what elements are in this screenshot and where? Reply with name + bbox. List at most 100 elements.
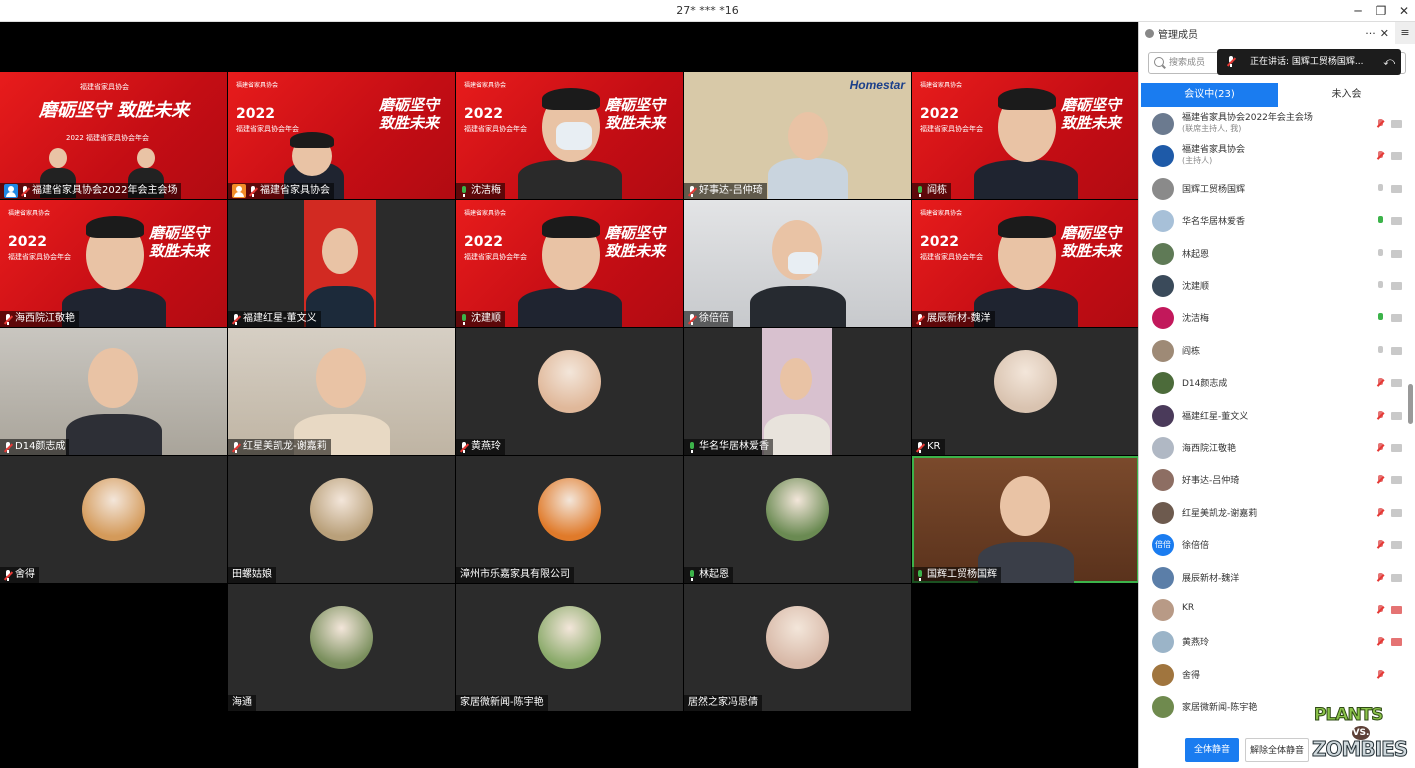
mic-muted-icon[interactable] bbox=[1377, 572, 1384, 583]
mic-muted-icon[interactable] bbox=[1377, 507, 1384, 518]
mic-muted-icon[interactable] bbox=[1377, 151, 1384, 161]
participant-name-tag: 海通 bbox=[228, 695, 256, 711]
tab-in-meeting[interactable]: 会议中(23) bbox=[1141, 83, 1278, 107]
mic-icon[interactable] bbox=[1377, 183, 1384, 194]
video-tile[interactable]: 福建省家具协会 2022 福建省家具协会年会 磨砺坚守 致胜未来 沈洁梅 bbox=[456, 72, 683, 199]
video-tile[interactable]: 福建省家具协会 2022 福建省家具协会年会 磨砺坚守 致胜未来 福建省家具协会 bbox=[228, 72, 455, 199]
person-hair bbox=[998, 216, 1056, 238]
member-row[interactable]: 展辰新材-魏洋 bbox=[1139, 562, 1407, 594]
camera-icon[interactable] bbox=[1391, 120, 1402, 128]
member-row[interactable]: 舍得 bbox=[1139, 659, 1407, 691]
banner-slogan: 磨砺坚守 致胜未来 bbox=[1060, 224, 1121, 260]
mic-muted-icon[interactable] bbox=[1377, 637, 1384, 647]
video-tile[interactable]: 福建省家具协会 2022 福建省家具协会年会 磨砺坚守 致胜未来 展辰新材-魏洋 bbox=[912, 200, 1139, 327]
mic-on-icon bbox=[916, 185, 924, 197]
camera-icon[interactable] bbox=[1391, 282, 1402, 290]
video-tile[interactable]: Homestar 好事达-吕仲琦 bbox=[684, 72, 911, 199]
camera-icon[interactable] bbox=[1391, 379, 1402, 388]
banner-subtitle: 福建省家具协会年会 bbox=[236, 125, 299, 133]
member-row[interactable]: 福建红星-董文义 bbox=[1139, 400, 1407, 432]
mic-muted-icon[interactable] bbox=[1377, 669, 1384, 680]
video-tile[interactable]: 田螺姑娘 bbox=[228, 456, 455, 583]
tab-not-joined[interactable]: 未入会 bbox=[1278, 83, 1415, 107]
member-row[interactable]: 好事达-吕仲琦 bbox=[1139, 464, 1407, 496]
member-row[interactable]: 国辉工贸杨国辉 bbox=[1139, 173, 1407, 205]
video-tile[interactable]: 徐倍倍 bbox=[684, 200, 911, 327]
video-tile[interactable]: 红星美凯龙-谢嘉莉 bbox=[228, 328, 455, 455]
member-row[interactable]: 倍倍 徐倍倍 bbox=[1139, 529, 1407, 561]
panel-close-icon[interactable]: ✕ bbox=[1380, 27, 1389, 40]
more-icon[interactable]: ··· bbox=[1365, 27, 1376, 40]
mic-icon[interactable] bbox=[1377, 345, 1384, 356]
camera-icon[interactable] bbox=[1391, 573, 1402, 582]
mic-icon[interactable] bbox=[1377, 248, 1384, 259]
camera-icon[interactable] bbox=[1391, 314, 1402, 323]
mic-muted-icon[interactable] bbox=[1377, 378, 1384, 388]
meeting-app: 27* *** *16 ─ ❐ ✕ 福建省家具协会 磨砺坚守 致胜未来 2022 福… bbox=[0, 0, 1415, 768]
member-row[interactable]: D14颜志成 bbox=[1139, 367, 1407, 399]
member-row[interactable]: 阎栋 bbox=[1139, 335, 1407, 367]
mic-icon[interactable] bbox=[1377, 216, 1384, 226]
mic-muted-icon[interactable] bbox=[1377, 475, 1384, 485]
video-tile[interactable]: 黄燕玲 bbox=[456, 328, 683, 455]
member-row[interactable]: 沈洁梅 bbox=[1139, 302, 1407, 334]
member-row[interactable]: 沈建顺 bbox=[1139, 270, 1407, 302]
mic-muted-icon[interactable] bbox=[1377, 443, 1384, 453]
collapse-icon[interactable]: ⤺ bbox=[1383, 49, 1395, 75]
member-row[interactable]: 福建省家具协会2022年会主会场 (联席主持人, 我) bbox=[1139, 108, 1407, 140]
participant-name-tag: 居然之家冯思倩 bbox=[684, 695, 762, 711]
person-silhouette bbox=[66, 414, 162, 455]
video-tile[interactable]: 福建省家具协会 2022 福建省家具协会年会 磨砺坚守 致胜未来 阎栋 bbox=[912, 72, 1139, 199]
camera-icon[interactable] bbox=[1391, 541, 1402, 550]
member-row[interactable]: 红星美凯龙-谢嘉莉 bbox=[1139, 497, 1407, 529]
camera-off-icon[interactable] bbox=[1391, 638, 1402, 647]
minimize-icon[interactable]: ─ bbox=[1347, 2, 1369, 20]
participant-name: 黄燕玲 bbox=[471, 441, 501, 452]
video-tile[interactable]: KR bbox=[912, 328, 1139, 455]
mic-muted-icon[interactable] bbox=[1377, 605, 1384, 615]
video-tile[interactable]: 福建省家具协会 磨砺坚守 致胜未来 2022 福建省家具协会年会 福建省家具协会202… bbox=[0, 72, 227, 199]
video-tile[interactable]: 漳州市乐嘉家具有限公司 bbox=[456, 456, 683, 583]
video-tile[interactable]: D14颜志成 bbox=[0, 328, 227, 455]
video-tile[interactable]: 国辉工贸杨国辉 bbox=[912, 456, 1139, 583]
camera-icon[interactable] bbox=[1391, 152, 1402, 161]
video-tile[interactable]: 福建省家具协会 2022 福建省家具协会年会 磨砺坚守 致胜未来 海西院江敬艳 bbox=[0, 200, 227, 327]
camera-icon[interactable] bbox=[1391, 411, 1402, 420]
menu-icon[interactable]: ≡ bbox=[1395, 22, 1415, 44]
video-tile[interactable]: 福建省家具协会 2022 福建省家具协会年会 磨砺坚守 致胜未来 沈建顺 bbox=[456, 200, 683, 327]
logo-line-zombies: ZOMBIES bbox=[1311, 737, 1408, 762]
member-row[interactable]: 福建省家具协会 (主持人) bbox=[1139, 140, 1407, 172]
video-tile[interactable]: 海通 bbox=[228, 584, 455, 711]
member-row[interactable]: 黄燕玲 bbox=[1139, 626, 1407, 658]
camera-icon[interactable] bbox=[1391, 476, 1402, 485]
mic-on-icon bbox=[460, 185, 468, 197]
mic-muted-icon[interactable] bbox=[1377, 410, 1384, 421]
maximize-icon[interactable]: ❐ bbox=[1370, 2, 1392, 20]
camera-icon[interactable] bbox=[1391, 249, 1402, 258]
camera-icon[interactable] bbox=[1391, 184, 1402, 193]
mic-muted-icon[interactable] bbox=[1377, 119, 1384, 129]
mic-icon[interactable] bbox=[1377, 313, 1384, 323]
camera-off-icon[interactable] bbox=[1391, 606, 1402, 614]
video-tile[interactable]: 家居微新闻-陈宇艳 bbox=[456, 584, 683, 711]
video-tile[interactable]: 居然之家冯思倩 bbox=[684, 584, 911, 711]
camera-icon[interactable] bbox=[1391, 444, 1402, 452]
camera-icon[interactable] bbox=[1391, 217, 1402, 226]
member-row[interactable]: KR bbox=[1139, 594, 1407, 626]
camera-icon[interactable] bbox=[1391, 508, 1402, 517]
mute-all-button[interactable]: 全体静音 bbox=[1185, 738, 1239, 762]
unmute-all-button[interactable]: 解除全体静音 bbox=[1245, 738, 1309, 762]
scrollbar[interactable] bbox=[1408, 384, 1413, 424]
member-row[interactable]: 海西院江敬艳 bbox=[1139, 432, 1407, 464]
member-row[interactable]: 林起恩 bbox=[1139, 238, 1407, 270]
banner-logo: 福建省家具协会 bbox=[920, 210, 963, 217]
mic-muted-icon[interactable] bbox=[1377, 540, 1384, 550]
close-icon[interactable]: ✕ bbox=[1393, 2, 1415, 20]
camera-icon[interactable] bbox=[1391, 346, 1402, 355]
video-tile[interactable]: 舍得 bbox=[0, 456, 227, 583]
video-tile[interactable]: 林起恩 bbox=[684, 456, 911, 583]
member-row[interactable]: 华名华居林爱香 bbox=[1139, 205, 1407, 237]
mic-icon[interactable] bbox=[1377, 281, 1384, 291]
video-tile[interactable]: 华名华居林爱香 bbox=[684, 328, 911, 455]
video-tile[interactable]: 福建红星-董文义 bbox=[228, 200, 455, 327]
